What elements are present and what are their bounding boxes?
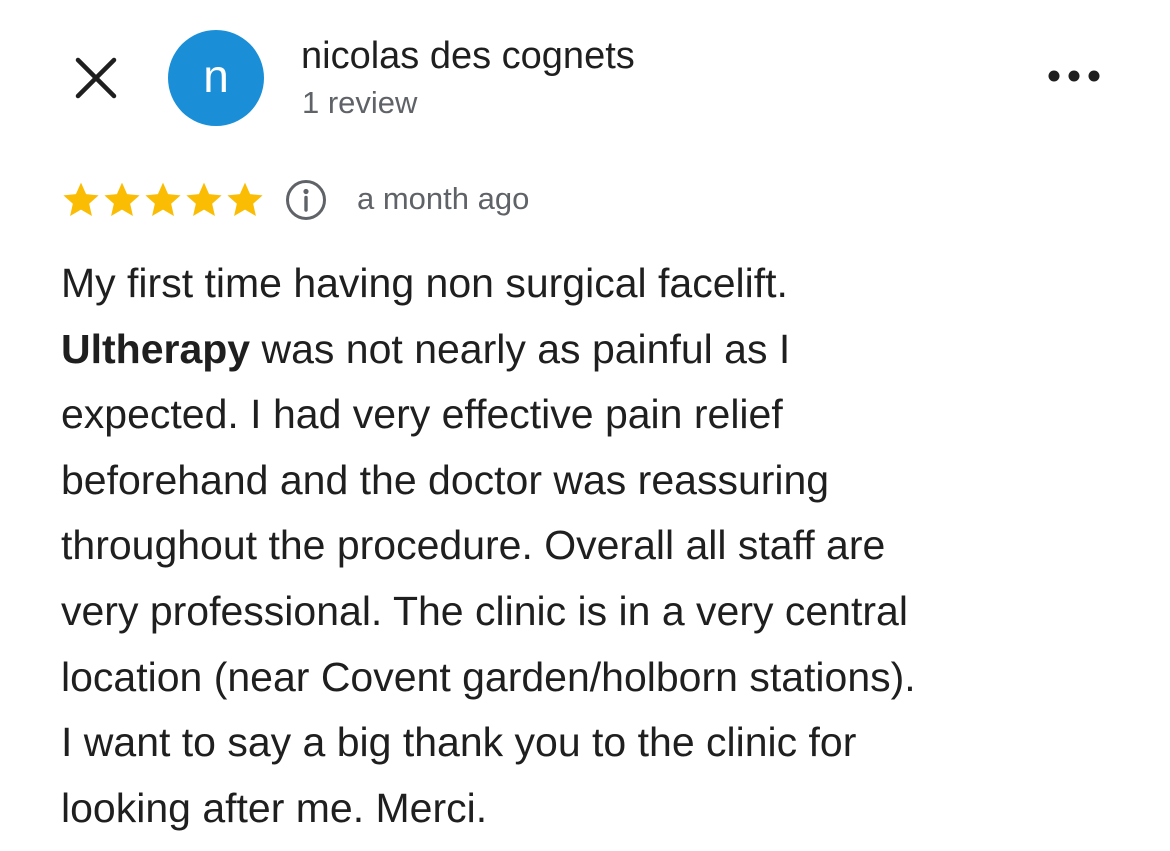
review-text: My first time having non surgical faceli… <box>61 251 1151 841</box>
star-icon <box>186 182 222 216</box>
review-line: very professional. The clinic is in a ve… <box>61 587 908 634</box>
review-line: My first time having non surgical faceli… <box>61 260 788 306</box>
more-horiz-icon <box>1048 70 1100 82</box>
review-line: expected. I had very effective pain reli… <box>61 391 783 438</box>
review-line: I want to say a big thank you to the cli… <box>61 719 857 766</box>
avatar-letter: n <box>203 50 229 102</box>
star-icon <box>63 182 99 216</box>
star-icon <box>104 182 140 216</box>
review-line-rest: was not nearly as painful as I <box>250 325 791 372</box>
review-line: location (near Covent garden/holborn sta… <box>61 653 916 700</box>
avatar[interactable]: n <box>168 30 264 126</box>
star-icon <box>145 182 181 216</box>
info-button[interactable] <box>284 178 328 222</box>
more-options-button[interactable] <box>1044 58 1104 94</box>
review-line: beforehand and the doctor was reassuring <box>61 456 830 503</box>
review-keyword: Ultherapy <box>61 325 251 372</box>
star-rating <box>61 180 265 220</box>
review-line: Ultherapy was not nearly as painful as I <box>61 317 1151 383</box>
star-icon <box>227 182 263 216</box>
review-time: a month ago <box>357 181 530 216</box>
review-line: throughout the procedure. Overall all st… <box>61 522 886 569</box>
review-count: 1 review <box>302 85 418 120</box>
review-line: looking after me. Merci. <box>61 784 488 831</box>
info-icon <box>286 180 326 220</box>
close-icon <box>75 57 117 99</box>
reviewer-name[interactable]: nicolas des cognets <box>301 33 635 79</box>
close-button[interactable] <box>70 52 122 104</box>
